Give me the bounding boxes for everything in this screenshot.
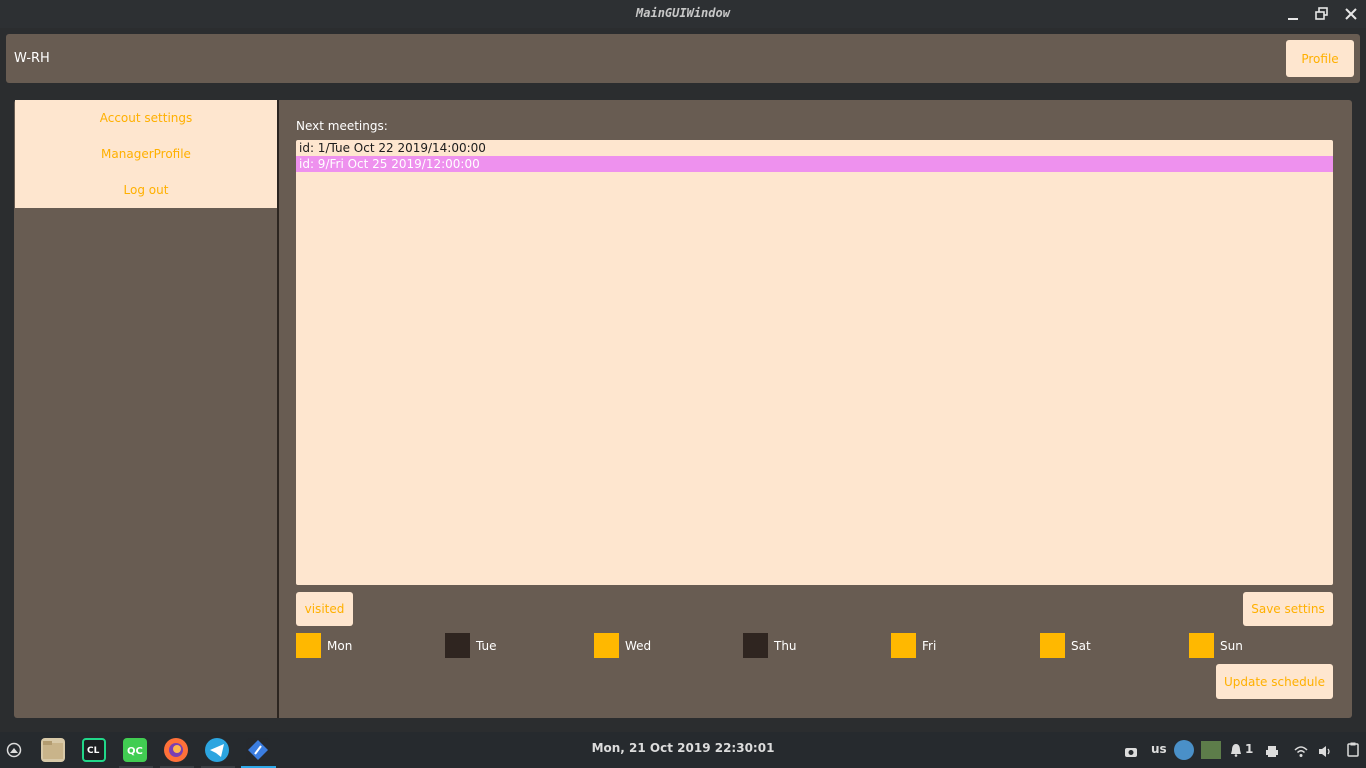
screenshot-icon[interactable] bbox=[1124, 743, 1138, 762]
volume-icon[interactable] bbox=[1318, 743, 1333, 762]
list-item-selected[interactable]: id: 9/Fri Oct 25 2019/12:00:00 bbox=[296, 156, 1333, 172]
printer-icon[interactable] bbox=[1265, 743, 1279, 762]
day-checkbox-wed[interactable]: Wed bbox=[594, 633, 651, 658]
checkbox-indicator[interactable] bbox=[296, 633, 321, 658]
sidebar-menu: Accout settings ManagerProfile Log out bbox=[15, 100, 277, 208]
update-schedule-button[interactable]: Update schedule bbox=[1216, 664, 1333, 699]
taskbar: CL QC Mon, 21 Oct 2019 22:30:01 us 1 bbox=[0, 732, 1366, 768]
day-label: Fri bbox=[922, 638, 937, 653]
sidebar-item-manager-profile[interactable]: ManagerProfile bbox=[15, 147, 277, 161]
day-checkbox-sat[interactable]: Sat bbox=[1040, 633, 1091, 658]
title-bar: MainGUIWindow bbox=[0, 0, 1366, 28]
day-label: Wed bbox=[625, 638, 652, 653]
checkbox-indicator[interactable] bbox=[594, 633, 619, 658]
day-label: Sun bbox=[1220, 638, 1243, 653]
notification-count: 1 bbox=[1245, 742, 1254, 756]
day-label: Sat bbox=[1071, 638, 1091, 653]
window-title: MainGUIWindow bbox=[636, 6, 730, 20]
save-settings-button[interactable]: Save settins bbox=[1243, 592, 1333, 626]
close-icon[interactable] bbox=[1342, 5, 1360, 23]
system-monitor-icon[interactable] bbox=[1201, 741, 1221, 759]
day-checkbox-mon[interactable]: Mon bbox=[296, 633, 352, 658]
day-label: Tue bbox=[476, 638, 497, 653]
day-checkbox-tue[interactable]: Tue bbox=[445, 633, 497, 658]
username-label: W-RH bbox=[14, 51, 50, 66]
checkbox-indicator[interactable] bbox=[743, 633, 768, 658]
content-panel: Accout settings ManagerProfile Log out N… bbox=[14, 100, 1352, 718]
checkbox-indicator[interactable] bbox=[445, 633, 470, 658]
visited-button[interactable]: visited bbox=[296, 592, 353, 626]
day-checkbox-fri[interactable]: Fri bbox=[891, 633, 936, 658]
restore-icon[interactable] bbox=[1313, 5, 1331, 23]
clipboard-icon[interactable] bbox=[1347, 742, 1359, 761]
day-checkbox-thu[interactable]: Thu bbox=[743, 633, 797, 658]
meetings-list[interactable]: id: 1/Tue Oct 22 2019/14:00:00 id: 9/Fri… bbox=[296, 140, 1333, 585]
profile-button[interactable]: Profile bbox=[1286, 40, 1354, 77]
list-item[interactable]: id: 1/Tue Oct 22 2019/14:00:00 bbox=[296, 140, 1333, 156]
checkbox-indicator[interactable] bbox=[1189, 633, 1214, 658]
sidebar: Accout settings ManagerProfile Log out bbox=[14, 100, 279, 718]
keyboard-layout[interactable]: us bbox=[1151, 742, 1167, 756]
checkbox-indicator[interactable] bbox=[1040, 633, 1065, 658]
network-manager-icon[interactable] bbox=[1174, 740, 1194, 760]
sidebar-item-log-out[interactable]: Log out bbox=[15, 183, 277, 197]
minimize-icon[interactable] bbox=[1284, 5, 1302, 23]
bell-icon[interactable] bbox=[1230, 742, 1242, 761]
header-bar: W-RH Profile bbox=[6, 34, 1360, 83]
day-checkbox-sun[interactable]: Sun bbox=[1189, 633, 1243, 658]
day-label: Mon bbox=[327, 638, 353, 653]
next-meetings-label: Next meetings: bbox=[296, 119, 388, 133]
day-label: Thu bbox=[774, 638, 797, 653]
main-window: W-RH Profile Accout settings ManagerProf… bbox=[0, 28, 1366, 732]
sidebar-item-account-settings[interactable]: Accout settings bbox=[15, 111, 277, 125]
wifi-icon[interactable] bbox=[1294, 743, 1308, 762]
checkbox-indicator[interactable] bbox=[891, 633, 916, 658]
